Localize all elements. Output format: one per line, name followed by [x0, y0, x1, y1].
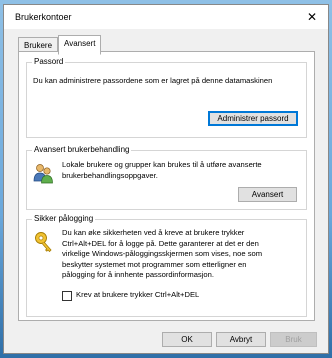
cancel-button[interactable]: Avbryt — [216, 332, 266, 347]
advanced-tab-panel: Passord Du kan administrere passordene s… — [18, 51, 315, 321]
secure-logon-line4: beskytter systemet mot programmer som et… — [62, 259, 247, 269]
manage-passwords-button[interactable]: Administrer passord — [208, 111, 298, 126]
secure-logon-line5: pålogging for å innhente passordinformas… — [62, 270, 214, 279]
advanced-user-management-label: Avansert brukerbehandling — [32, 145, 132, 154]
require-ctrl-alt-del-checkbox[interactable] — [62, 291, 72, 301]
user-accounts-window: Brukerkontoer ✕ Brukere Avansert Passord… — [3, 4, 329, 354]
advanced-user-management-group: Avansert brukerbehandling Lokale brukere… — [26, 145, 307, 210]
users-group-icon — [33, 162, 55, 186]
key-icon — [33, 231, 55, 257]
password-group: Passord Du kan administrere passordene s… — [26, 57, 307, 138]
secure-logon-group: Sikker pålogging Du kan øke sikkerheten … — [26, 214, 307, 317]
secure-logon-line3: virkelige Windows-påloggingsskjermen som… — [62, 249, 263, 258]
window-title: Brukerkontoer — [15, 12, 72, 22]
advanced-description-line1: Lokale brukere og grupper kan brukes til… — [62, 160, 262, 169]
title-bar: Brukerkontoer ✕ — [4, 5, 328, 29]
secure-logon-line2: Ctrl+Alt+DEL for å logge på. Dette garan… — [62, 238, 259, 248]
ok-button[interactable]: OK — [162, 332, 212, 347]
tab-advanced[interactable]: Avansert — [58, 35, 102, 55]
secure-logon-label: Sikker pålogging — [32, 214, 96, 223]
password-group-label: Passord — [32, 57, 66, 66]
tab-strip: Brukere Avansert — [18, 35, 102, 55]
close-button[interactable]: ✕ — [296, 5, 328, 29]
secure-logon-line1: Du kan øke sikkerheten ved å kreve at br… — [62, 228, 245, 237]
require-ctrl-alt-del-label[interactable]: Krev at brukere trykker Ctrl+Alt+DEL — [76, 290, 199, 301]
advanced-button[interactable]: Avansert — [238, 187, 297, 202]
advanced-description-line2: brukerbehandlingsoppgaver. — [62, 170, 158, 180]
password-description: Du kan administrere passordene som er la… — [33, 76, 273, 85]
apply-button[interactable]: Bruk — [270, 332, 317, 347]
close-icon: ✕ — [306, 10, 318, 24]
